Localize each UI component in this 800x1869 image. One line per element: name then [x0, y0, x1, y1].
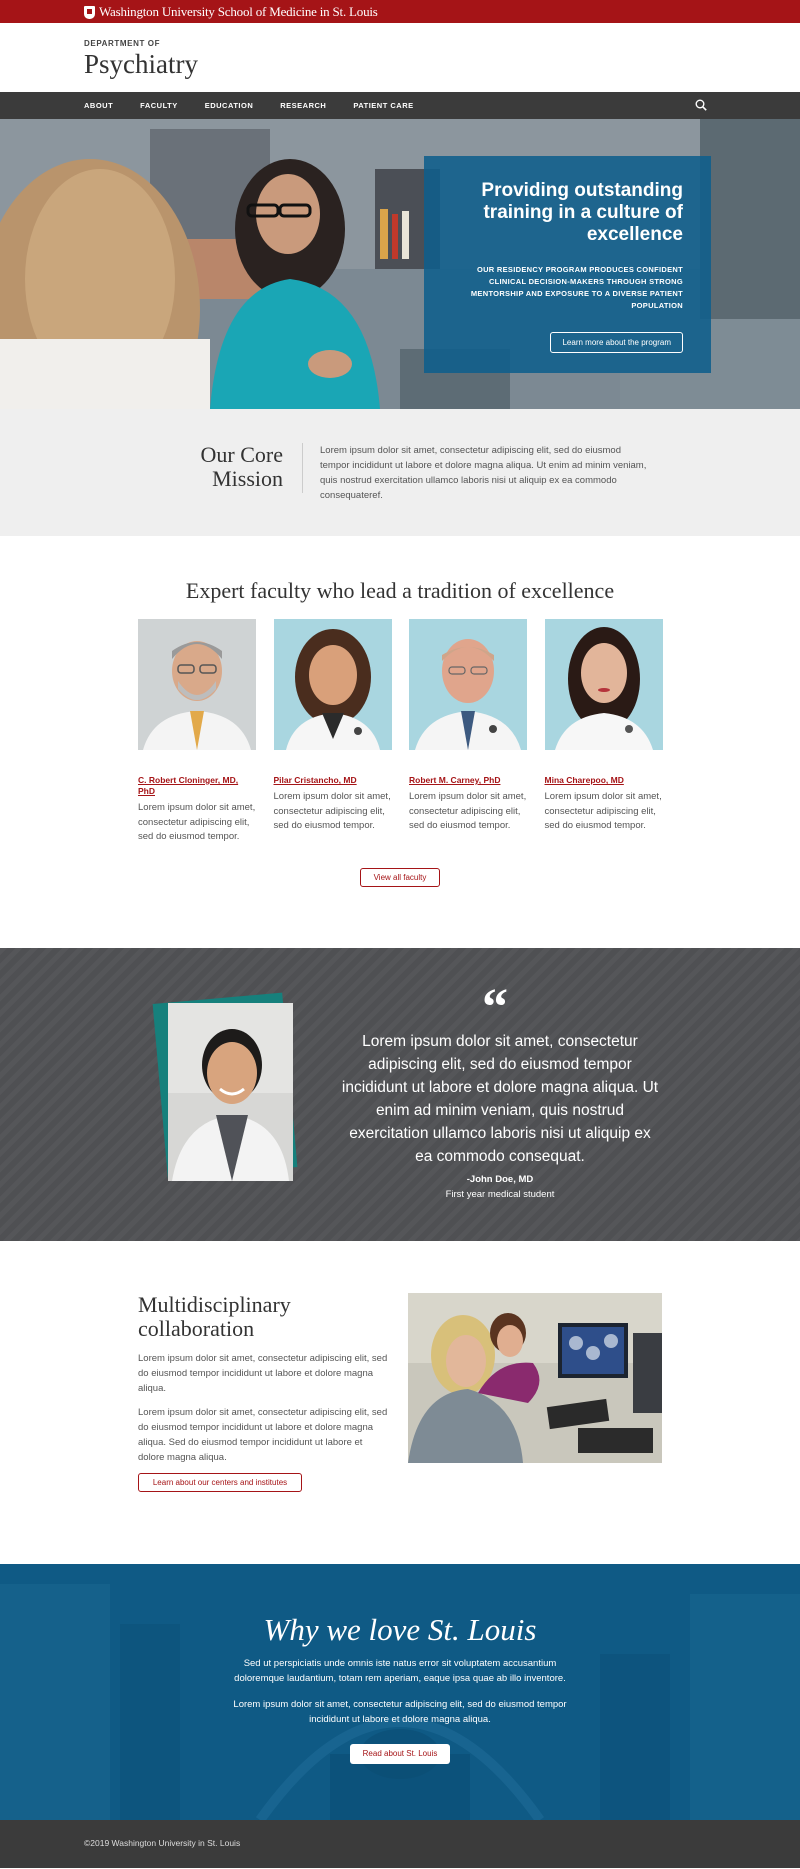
site-footer: ©2019 Washington University in St. Louis — [0, 1820, 800, 1868]
nav-item-about[interactable]: ABOUT — [80, 101, 117, 110]
faculty-photo[interactable] — [273, 619, 392, 750]
collaboration-heading: Multidisciplinary collaboration — [138, 1292, 291, 1341]
mission-heading: Our Core Mission — [200, 442, 283, 491]
testimonial-text: Lorem ipsum dolor sit amet, consectetur … — [341, 1033, 659, 1165]
nav-item-patient-care[interactable]: PATIENT CARE — [349, 101, 417, 110]
faculty-card: Robert M. Carney, PhD Lorem ipsum dolor … — [409, 619, 527, 845]
university-logo[interactable]: Washington University School of Medicine… — [84, 4, 378, 20]
st-louis-paragraph: Lorem ipsum dolor sit amet, consectetur … — [233, 1699, 567, 1725]
faculty-photo[interactable] — [544, 619, 663, 750]
st-louis-paragraph: Sed ut perspiciatis unde omnis iste natu… — [234, 1658, 566, 1684]
search-icon[interactable] — [695, 99, 707, 111]
faculty-card: Pilar Cristancho, MD Lorem ipsum dolor s… — [273, 619, 392, 845]
site-title[interactable]: Psychiatry — [84, 49, 198, 80]
read-about-st-louis-button[interactable]: Read about St. Louis — [350, 1744, 450, 1764]
site-header: DEPARTMENT OF Psychiatry — [0, 23, 800, 92]
mission-text: Lorem ipsum dolor sit amet, consectetur … — [320, 445, 647, 501]
faculty-photo[interactable] — [409, 619, 527, 750]
copyright-text: ©2019 Washington University in St. Louis — [84, 1838, 241, 1848]
faculty-bio: Lorem ipsum dolor sit amet, consectetur … — [544, 791, 662, 831]
university-name: Washington University School of Medicine… — [99, 4, 378, 19]
collaboration-photo — [408, 1293, 662, 1463]
nav-item-research[interactable]: RESEARCH — [276, 101, 330, 110]
nav-item-education[interactable]: EDUCATION — [201, 101, 258, 110]
mission-section: Our Core Mission Lorem ipsum dolor sit a… — [0, 409, 800, 536]
testimonial-author: -John Doe, MD — [466, 1174, 534, 1185]
department-label: DEPARTMENT OF — [84, 39, 161, 48]
testimonial-portrait — [168, 1003, 293, 1181]
hero-banner: Providing outstanding training in a cult… — [0, 119, 800, 409]
main-nav: ABOUT FACULTY EDUCATION RESEARCH PATIENT… — [0, 92, 800, 119]
view-all-faculty-button[interactable]: View all faculty — [360, 868, 440, 887]
faculty-section: Expert faculty who lead a tradition of e… — [0, 536, 800, 948]
centers-institutes-button[interactable]: Learn about our centers and institutes — [138, 1473, 302, 1492]
faculty-name-link[interactable]: C. Robert Cloninger, MD, PhD — [138, 775, 256, 797]
hero-heading: Providing outstanding training in a cult… — [481, 180, 683, 245]
hero-card: Providing outstanding training in a cult… — [424, 156, 711, 373]
top-brand-bar: Washington University School of Medicine… — [0, 0, 800, 23]
mission-divider — [302, 443, 303, 493]
collaboration-section: Multidisciplinary collaboration Lorem ip… — [0, 1241, 800, 1564]
faculty-grid: C. Robert Cloninger, MD, PhD Lorem ipsum… — [138, 619, 680, 845]
faculty-name-link[interactable]: Robert M. Carney, PhD — [409, 775, 527, 786]
st-louis-section: Why we love St. Louis Sed ut perspiciati… — [0, 1564, 800, 1820]
faculty-photo[interactable] — [138, 619, 256, 750]
testimonial-role: First year medical student — [445, 1189, 555, 1200]
faculty-bio: Lorem ipsum dolor sit amet, consectetur … — [138, 802, 256, 842]
faculty-name-link[interactable]: Pilar Cristancho, MD — [274, 775, 392, 786]
faculty-name-link[interactable]: Mina Charepoo, MD — [545, 775, 663, 786]
faculty-bio: Lorem ipsum dolor sit amet, consectetur … — [273, 791, 391, 831]
hero-subtext: OUR RESIDENCY PROGRAM PRODUCES CONFIDENT… — [470, 265, 683, 310]
collaboration-paragraph: Lorem ipsum dolor sit amet, consectetur … — [138, 1407, 388, 1463]
learn-more-program-button[interactable]: Learn more about the program — [550, 332, 683, 353]
st-louis-heading: Why we love St. Louis — [263, 1612, 537, 1647]
nav-item-faculty[interactable]: FACULTY — [136, 101, 182, 110]
faculty-card: Mina Charepoo, MD Lorem ipsum dolor sit … — [544, 619, 663, 845]
faculty-card: C. Robert Cloninger, MD, PhD Lorem ipsum… — [138, 619, 256, 845]
collaboration-paragraph: Lorem ipsum dolor sit amet, consectetur … — [138, 1353, 388, 1394]
crest-icon — [84, 5, 95, 19]
faculty-heading: Expert faculty who lead a tradition of e… — [185, 578, 615, 603]
testimonial-section: “ Lorem ipsum dolor sit amet, consectetu… — [0, 948, 800, 1241]
faculty-bio: Lorem ipsum dolor sit amet, consectetur … — [409, 791, 527, 831]
quote-mark-icon: “ — [482, 979, 508, 1036]
st-louis-skyline-bg — [0, 1564, 800, 1820]
